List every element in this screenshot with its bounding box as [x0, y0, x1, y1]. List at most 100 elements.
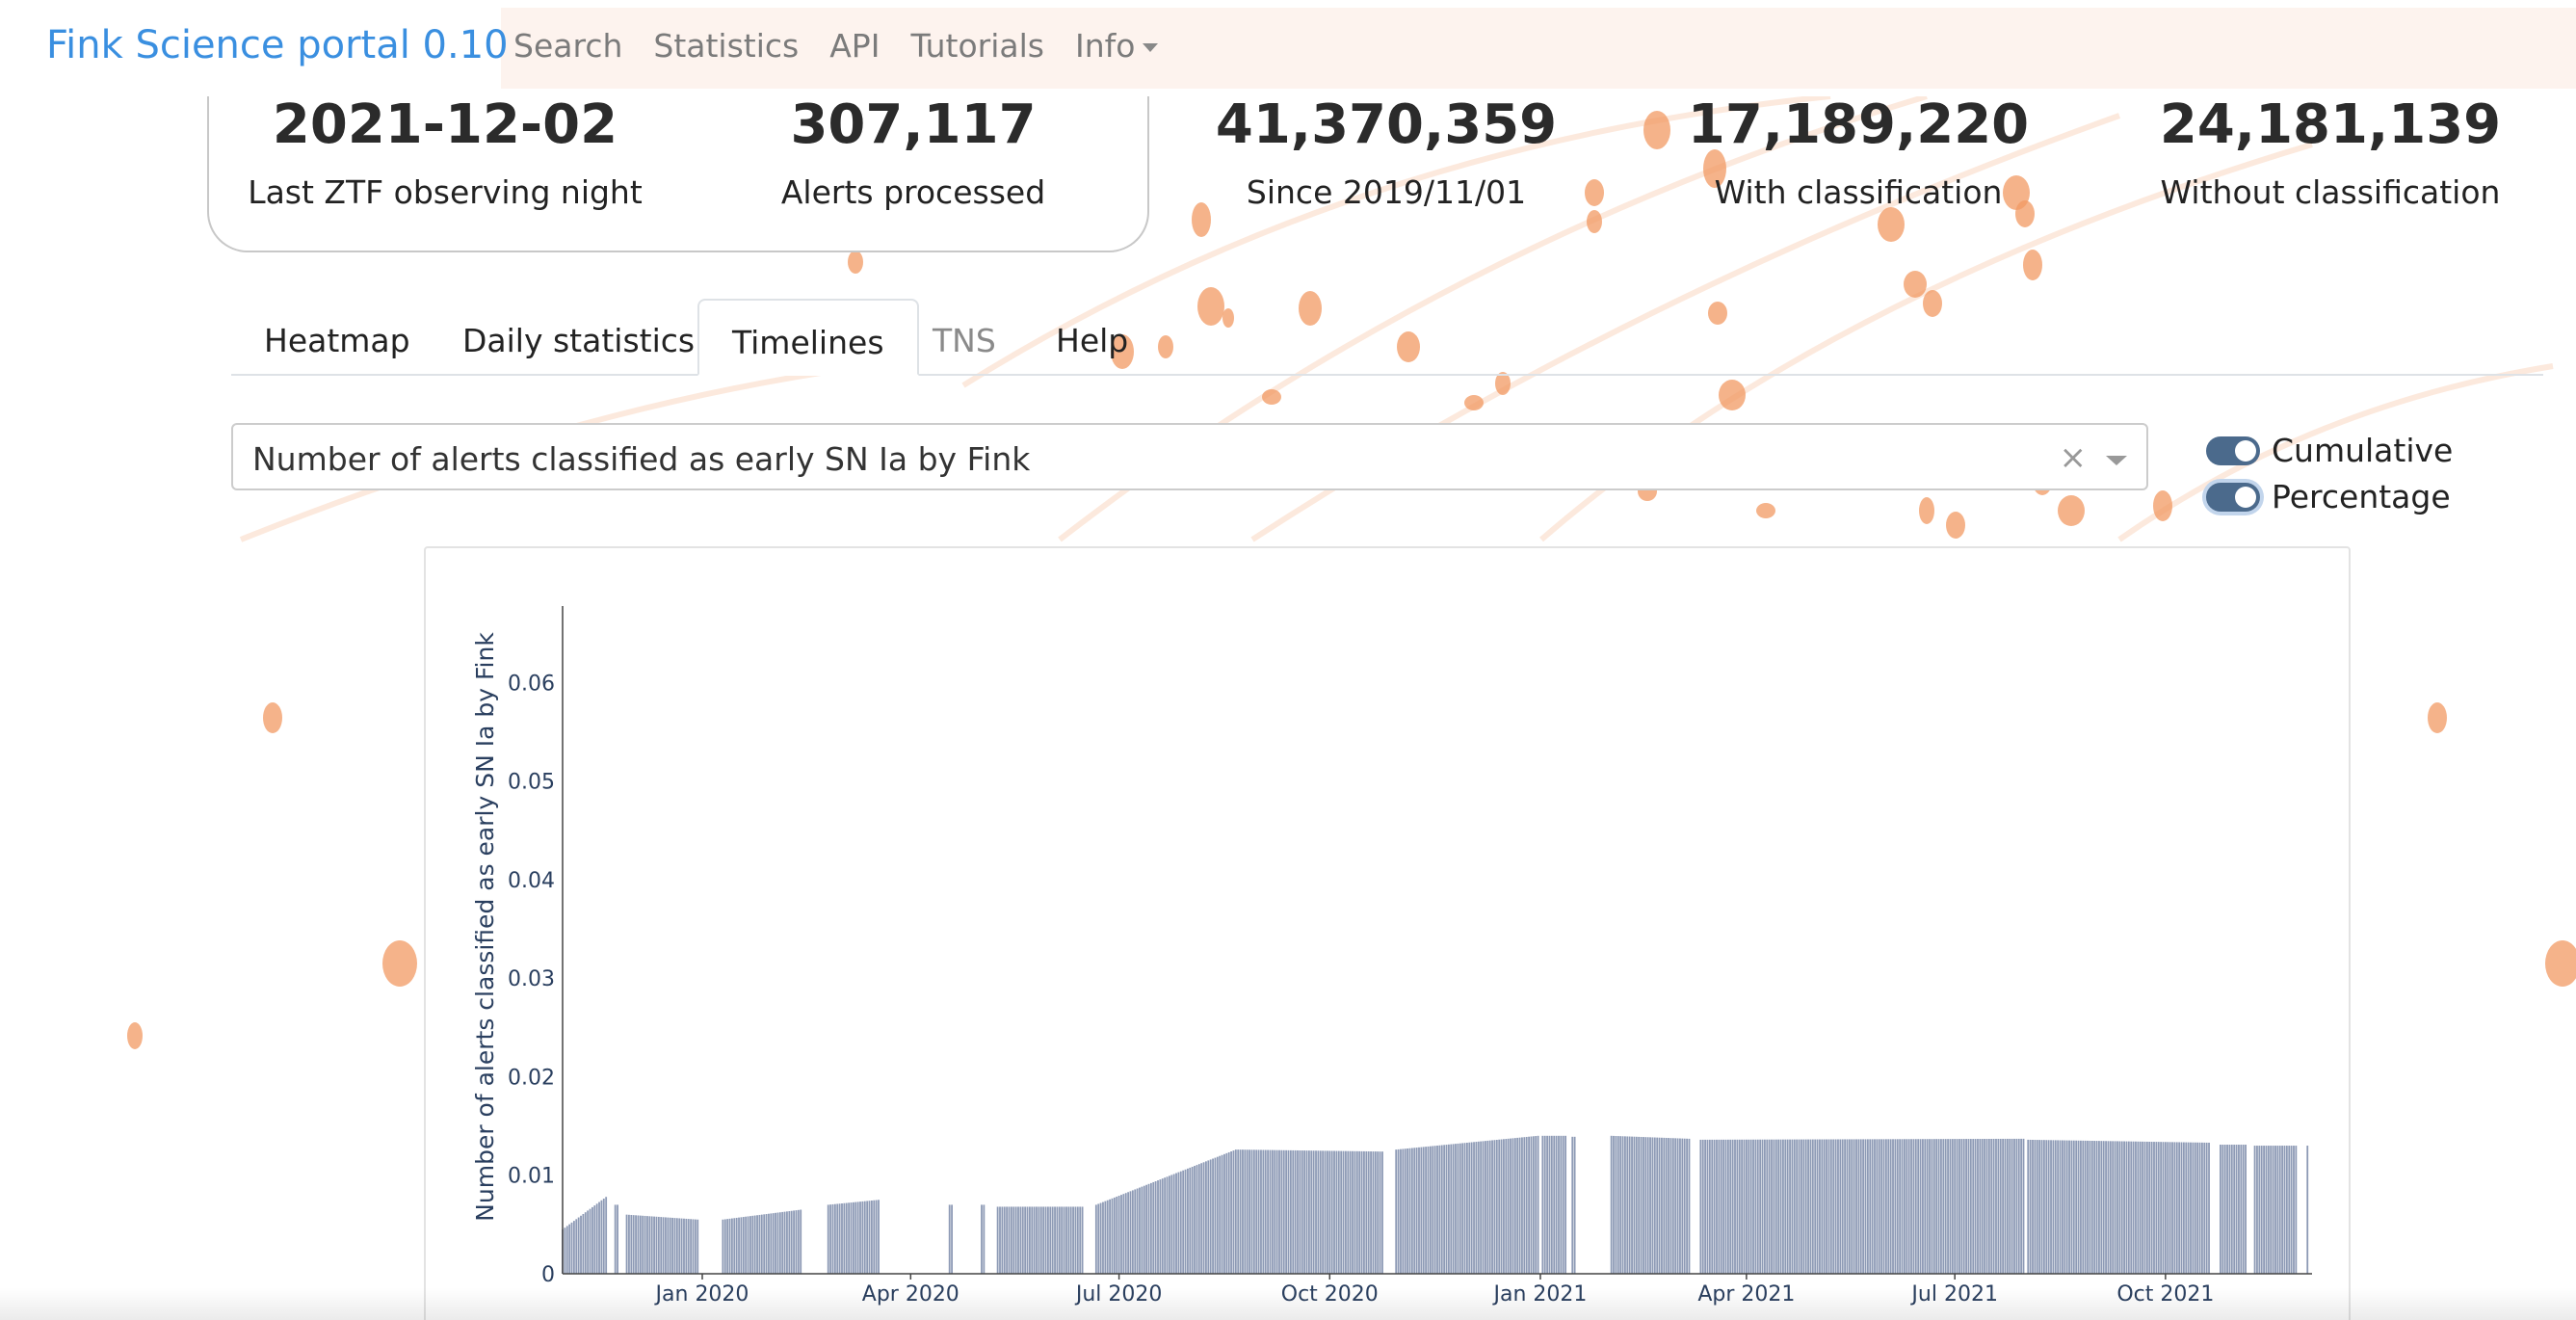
chart-bar [793, 1210, 795, 1274]
chart-bar [1120, 1195, 1122, 1274]
chart-bar [1269, 1149, 1272, 1274]
chart-bar [1726, 1139, 1729, 1274]
chart-bar [1940, 1139, 1942, 1274]
decor-spot [2058, 495, 2085, 526]
chart-bar [1252, 1149, 1255, 1274]
chart-bar [2034, 1140, 2037, 1274]
brand-link[interactable]: Fink Science portal 0.10 [46, 23, 509, 67]
chart-bar [1081, 1206, 1084, 1274]
chart-bar [1054, 1206, 1056, 1274]
chart-bar [1821, 1139, 1824, 1274]
chart-bar [644, 1215, 646, 1274]
chart-bar [1786, 1139, 1789, 1274]
chart-bar [1638, 1136, 1641, 1274]
nav-link-statistics[interactable]: Statistics [653, 27, 799, 65]
chart-bar [1491, 1140, 1493, 1274]
chart-bar [1653, 1137, 1656, 1274]
chart-bar [2194, 1142, 2196, 1274]
tab-daily-statistics[interactable]: Daily statistics [430, 299, 727, 376]
cumulative-switch[interactable] [2206, 436, 2260, 465]
chart-bar [1571, 1136, 1574, 1274]
chart-bar [1532, 1136, 1535, 1274]
chart-bar [1958, 1139, 1960, 1274]
chart-bar [2230, 1145, 2233, 1274]
chart-bar [1271, 1149, 1274, 1274]
chart-bar [1880, 1139, 1883, 1274]
tab-help[interactable]: Help [1023, 299, 1161, 376]
chart-bar [2182, 1142, 2185, 1274]
timeline-chart[interactable]: Number of alerts classified as early SN … [424, 546, 2351, 1320]
clear-icon[interactable]: × [2060, 438, 2088, 477]
chart-bar [1548, 1135, 1551, 1274]
chart-bar [1546, 1135, 1548, 1274]
chart-bar [1205, 1161, 1207, 1274]
chart-bar [2040, 1140, 2043, 1274]
chart-bar [628, 1214, 630, 1274]
chart-bar [577, 1217, 580, 1274]
chart-bar [1688, 1138, 1691, 1274]
chart-bar [1324, 1150, 1327, 1274]
chart-bar [2127, 1141, 2130, 1274]
chart-bar [2167, 1142, 2169, 1274]
chart-bar [648, 1216, 651, 1274]
nav-link-api[interactable]: API [829, 27, 880, 65]
caret-down-icon [1143, 43, 1159, 52]
chart-bar [1761, 1139, 1764, 1274]
chart-bar [1962, 1139, 1965, 1274]
chart-bar [1014, 1206, 1017, 1274]
chart-bar [2203, 1142, 2206, 1274]
decor-spot [2428, 702, 2447, 733]
chart-bar [983, 1204, 986, 1274]
decor-spot [1708, 302, 1727, 325]
chart-bar [2105, 1141, 2107, 1274]
chart-bar [617, 1204, 618, 1274]
tab-timelines[interactable]: Timelines [697, 299, 919, 376]
chart-bar [1716, 1139, 1718, 1274]
chart-bar [854, 1201, 857, 1274]
chart-bar [1686, 1138, 1688, 1274]
chart-bar [2011, 1138, 2013, 1274]
chart-bar [1466, 1142, 1468, 1274]
decor-spot [1878, 207, 1905, 242]
chevron-down-icon[interactable] [2106, 456, 2127, 465]
chart-bar [1340, 1150, 1343, 1274]
stat-total-alerts: 41,370,359 Since 2019/11/01 [1155, 93, 1617, 212]
chart-bar [694, 1219, 697, 1274]
chart-bar [1418, 1147, 1420, 1274]
chart-bar [2045, 1140, 2048, 1274]
tab-tns[interactable]: TNS [900, 299, 1029, 376]
chart-bar [1956, 1139, 1958, 1274]
chart-bar [1741, 1139, 1744, 1274]
timeline-dropdown[interactable]: Number of alerts classified as early SN … [231, 423, 2148, 490]
chart-bar [1342, 1150, 1345, 1274]
chart-bar [1749, 1139, 1752, 1274]
decor-spot [2023, 250, 2042, 280]
chart-bar [836, 1203, 839, 1274]
chart-bar [1477, 1141, 1480, 1274]
chart-bar [833, 1203, 836, 1274]
tab-heatmap[interactable]: Heatmap [231, 299, 443, 376]
chart-bar [605, 1197, 608, 1274]
chart-bar [657, 1216, 660, 1274]
chart-bar [1814, 1139, 1817, 1274]
chart-bar [1851, 1139, 1853, 1274]
chart-bar [2130, 1141, 2133, 1274]
nav-dropdown-info[interactable]: Info [1075, 27, 1159, 65]
chart-bar [1003, 1206, 1006, 1274]
chart-bar [690, 1219, 693, 1274]
chart-bar [749, 1216, 751, 1274]
nav-link-tutorials[interactable]: Tutorials [910, 27, 1044, 65]
chart-bar [2100, 1141, 2103, 1274]
percentage-switch[interactable] [2206, 482, 2260, 512]
stat-value: 41,370,359 [1215, 93, 1558, 156]
nav-link-search[interactable]: Search [513, 27, 622, 65]
chart-bar [866, 1201, 869, 1274]
chart-bar [1699, 1139, 1702, 1274]
chart-bar [1679, 1138, 1681, 1274]
chart-bar [1006, 1206, 1009, 1274]
chart-bar [1914, 1139, 1917, 1274]
chart-bar [2187, 1142, 2190, 1274]
chart-bar [781, 1211, 784, 1274]
chart-bar [1505, 1139, 1508, 1274]
chart-bar [1977, 1139, 1979, 1274]
